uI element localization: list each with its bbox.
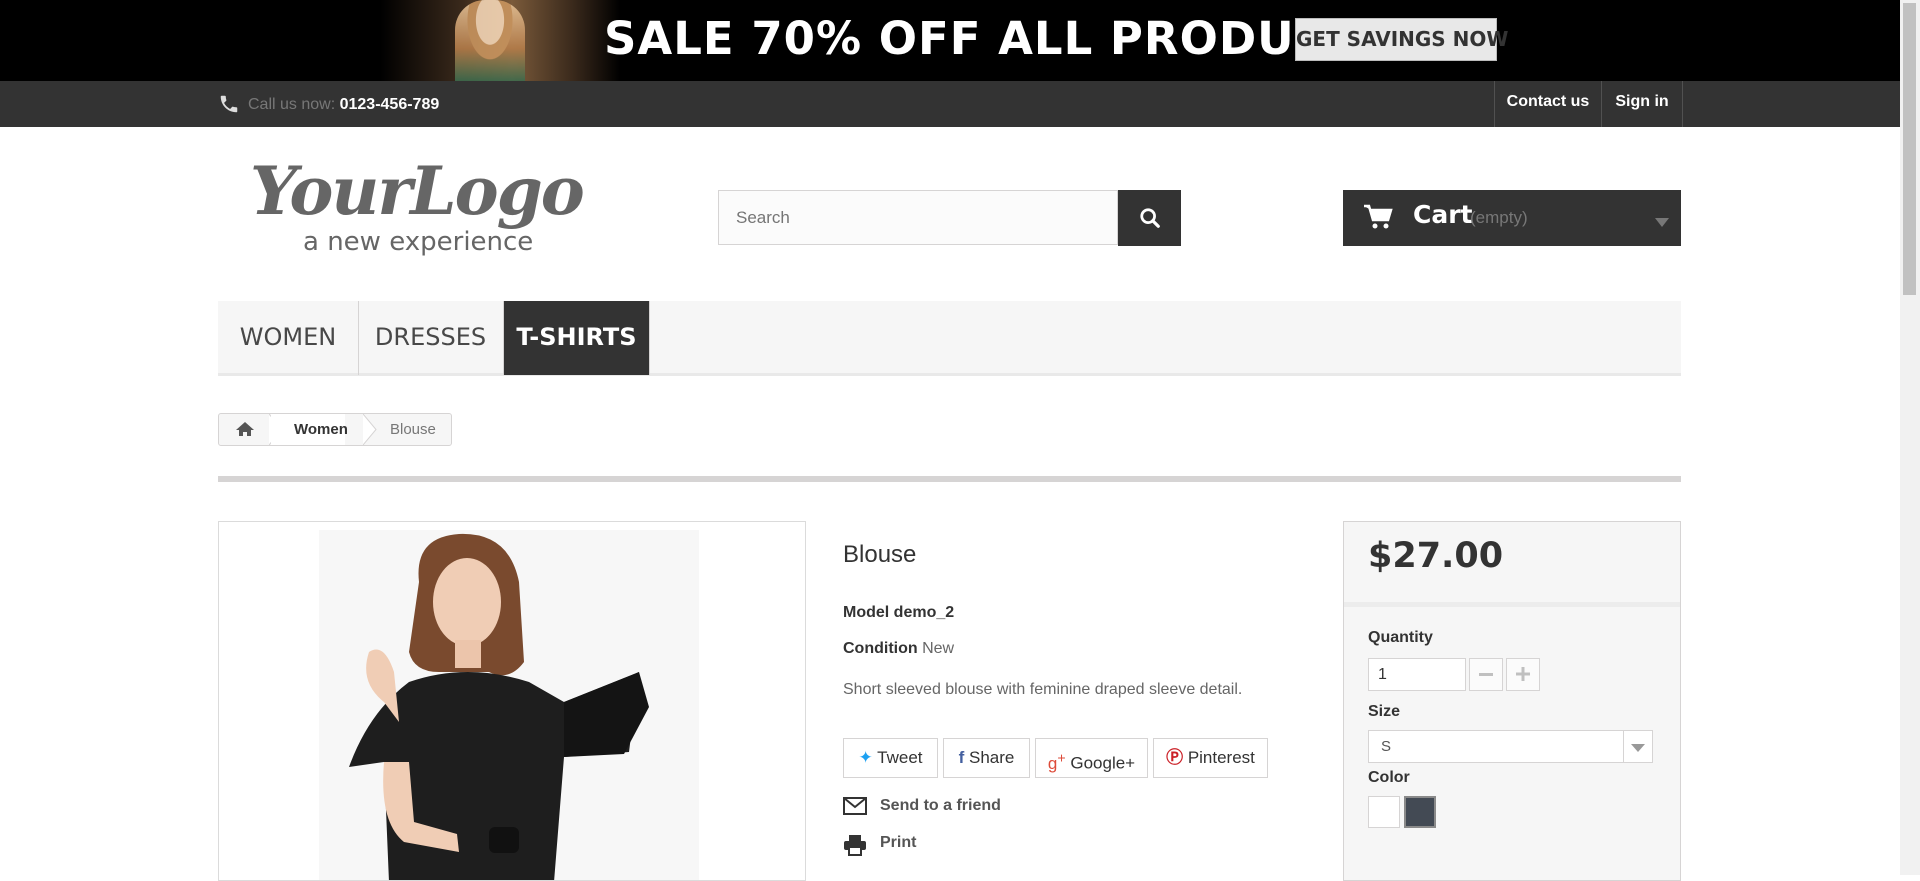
product-condition: Condition New — [843, 640, 954, 658]
pinterest-label: Pinterest — [1187, 748, 1255, 767]
google-plus-label: Google+ — [1070, 753, 1136, 773]
color-swatch-white[interactable] — [1368, 796, 1400, 828]
minus-icon — [1479, 673, 1493, 676]
cart-status: (empty) — [1470, 208, 1528, 227]
model-value: demo_2 — [893, 604, 955, 621]
google-plus-icon: g+ — [1047, 750, 1066, 773]
cart-label: Cart — [1413, 200, 1473, 229]
cart-button[interactable]: Cart (empty) — [1343, 190, 1681, 246]
size-value: S — [1381, 738, 1392, 755]
print-link[interactable]: Print — [880, 834, 916, 852]
cart-icon — [1363, 204, 1393, 235]
size-label: Size — [1368, 703, 1401, 720]
size-select[interactable]: S — [1368, 730, 1653, 763]
plus-icon — [1516, 667, 1530, 681]
sign-in-link[interactable]: Sign in — [1601, 81, 1683, 127]
phone-number: 0123-456-789 — [339, 96, 440, 113]
call-us-label: Call us now: — [248, 96, 336, 113]
banner-headline: SALE 70% OFF ALL PRODUCTS — [604, 12, 1394, 65]
print-icon — [843, 834, 867, 861]
twitter-icon: ✦ — [858, 748, 873, 767]
chevron-down-icon — [1623, 731, 1652, 762]
google-plus-button[interactable]: g+ Google+ — [1035, 738, 1148, 778]
contact-us-link[interactable]: Contact us — [1494, 81, 1601, 127]
pinterest-icon: Ⓟ — [1166, 748, 1184, 767]
product-price: $27.00 — [1368, 536, 1504, 576]
share-label: Share — [969, 748, 1015, 767]
envelope-icon — [843, 797, 867, 820]
home-icon[interactable] — [219, 414, 271, 445]
color-label: Color — [1368, 769, 1410, 786]
send-to-friend-link[interactable]: Send to a friend — [880, 797, 1001, 815]
logo-wordmark: YourLogo — [250, 152, 585, 230]
product-title: Blouse — [843, 541, 917, 568]
quantity-increase-button[interactable] — [1506, 658, 1540, 691]
tweet-button[interactable]: ✦ Tweet — [843, 738, 938, 778]
breadcrumb: Women Blouse — [218, 413, 452, 446]
section-divider — [218, 476, 1681, 482]
promo-banner[interactable]: SALE 70% OFF ALL PRODUCTS GET SAVINGS NO… — [0, 0, 1900, 81]
banner-model-image — [455, 0, 525, 81]
quantity-label: Quantity — [1368, 629, 1433, 646]
product-description: Short sleeved blouse with feminine drape… — [843, 681, 1243, 698]
model-label: Model — [843, 604, 890, 621]
search-input[interactable] — [718, 190, 1118, 245]
color-swatch-dark-gray[interactable] — [1404, 796, 1436, 828]
call-us-text: Call us now: 0123-456-789 — [248, 96, 439, 114]
scrollbar-thumb[interactable] — [1903, 3, 1916, 295]
search-button[interactable] — [1118, 190, 1181, 246]
product-model: Model demo_2 — [843, 604, 954, 622]
quantity-input[interactable] — [1368, 658, 1466, 691]
pinterest-button[interactable]: Ⓟ Pinterest — [1153, 738, 1268, 778]
facebook-icon: f — [958, 748, 965, 767]
condition-label: Condition — [843, 640, 918, 657]
facebook-share-button[interactable]: f Share — [943, 738, 1030, 778]
breadcrumb-separator — [363, 414, 377, 445]
site-logo[interactable]: YourLogo a new experience — [250, 152, 610, 262]
breadcrumb-women[interactable]: Women — [294, 414, 348, 445]
top-nav-bar: Call us now: 0123-456-789 Contact us Sig… — [0, 81, 1900, 127]
quantity-decrease-button[interactable] — [1469, 658, 1503, 691]
breadcrumb-current: Blouse — [390, 421, 436, 438]
logo-tagline: a new experience — [303, 227, 534, 257]
condition-value: New — [922, 640, 955, 657]
product-image[interactable] — [218, 521, 806, 881]
phone-icon — [218, 93, 240, 120]
tweet-label: Tweet — [877, 748, 923, 767]
get-savings-button[interactable]: GET SAVINGS NOW — [1295, 18, 1508, 61]
menu-item-dresses[interactable]: DRESSES — [358, 301, 504, 375]
chevron-down-icon — [1655, 214, 1669, 232]
product-photo — [319, 530, 699, 880]
main-menu: WOMEN DRESSES T-SHIRTS — [218, 301, 1681, 376]
menu-item-tshirts[interactable]: T-SHIRTS — [504, 301, 650, 375]
menu-item-women[interactable]: WOMEN — [218, 301, 359, 375]
search-icon — [1139, 207, 1161, 234]
